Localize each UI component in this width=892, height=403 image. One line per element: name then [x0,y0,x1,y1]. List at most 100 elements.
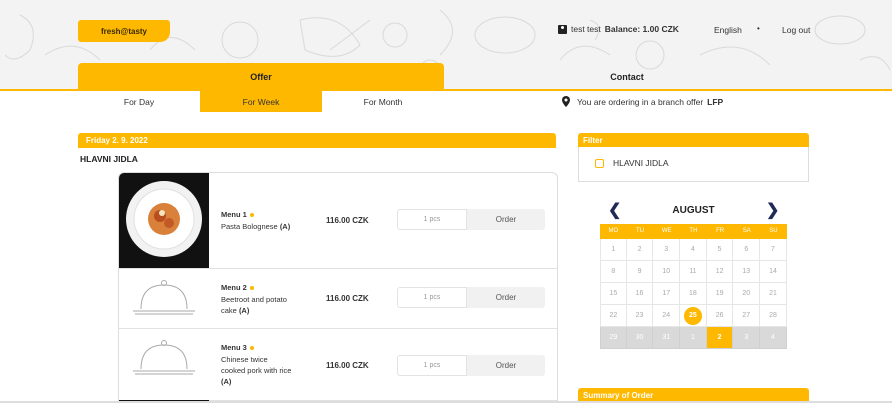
logo-text: fresh@tasty [100,26,148,36]
calendar-day[interactable]: 13 [733,261,761,283]
calendar-day[interactable]: 3 [733,327,761,349]
quantity-input[interactable]: 1 pcs [397,355,467,376]
calendar-day[interactable]: 5 [706,239,734,261]
calendar-day[interactable]: 8 [600,261,627,283]
cloche-icon [133,340,195,375]
weekday-label: SA [742,228,751,234]
menu-list: Menu 1 Pasta Bolognese (A) 116.00 CZK 1 … [118,172,558,403]
calendar-day[interactable]: 24 [653,305,681,327]
menu-desc-text: Pasta Bolognese [221,222,278,231]
filter-checkbox[interactable] [595,159,604,168]
calendar: ❮ AUGUST ❯ MO TU WE TH FR SA SU 12345678… [600,198,787,349]
order-button[interactable]: Order [467,209,545,230]
weekday-label: FR [716,228,725,234]
calendar-day[interactable]: 12 [706,261,734,283]
calendar-day-today: 25 [683,307,702,325]
calendar-day[interactable]: 21 [760,283,787,305]
pasta-photo-icon [126,181,202,257]
veg-dot-icon [249,346,254,351]
calendar-day[interactable]: 15 [600,283,627,305]
weekday-label: MO [608,228,619,234]
calendar-day[interactable]: 22 [600,305,627,327]
filter-title: Filter [583,135,603,145]
calendar-day[interactable]: 27 [733,305,761,327]
calendar-week: 8 9 10 11 12 13 14 [600,261,787,283]
calendar-day[interactable]: 25 [680,305,707,327]
user-name: test test [571,24,601,34]
menu-item-3: Menu 3 Chinese twice cooked pork with ri… [119,329,557,401]
user-info: test test Balance: 1.00 CZK [558,24,679,34]
tab-for-day[interactable]: For Day [78,91,200,112]
menu-item-1: Menu 1 Pasta Bolognese (A) 116.00 CZK 1 … [119,173,557,269]
order-button[interactable]: Order [467,287,545,308]
tab-offer[interactable]: Offer [78,63,444,90]
calendar-day[interactable]: 4 [760,327,787,349]
quantity-input[interactable]: 1 pcs [397,287,467,308]
calendar-day[interactable]: 31 [653,327,681,349]
menu-name-text: Menu 3 [221,343,247,352]
calendar-day[interactable]: 2 [626,239,654,261]
calendar-day[interactable]: 6 [733,239,761,261]
day-header: Friday 2. 9. 2022 [78,133,556,148]
allergen: (A) [221,377,232,386]
period-tabs: For Day For Week For Month [78,91,444,112]
veg-dot-icon [249,286,254,291]
menu-name-text: Menu 2 [221,283,247,292]
menu-item-2: Menu 2 Beetroot and potato cake (A) 116.… [119,269,557,329]
calendar-day[interactable]: 20 [733,283,761,305]
calendar-day[interactable]: 30 [626,327,654,349]
calendar-week: 15 16 17 18 19 20 21 [600,283,787,305]
calendar-day[interactable]: 10 [653,261,681,283]
calendar-day[interactable]: 1 [600,239,627,261]
calendar-day[interactable]: 11 [680,261,707,283]
calendar-header: ❮ AUGUST ❯ [600,198,787,224]
calendar-day[interactable]: 28 [760,305,787,327]
calendar-day[interactable]: 9 [626,261,654,283]
summary-title: Summary of Order [583,391,654,400]
brand-logo[interactable]: fresh@tasty [78,20,170,42]
tab-contact-label: Contact [610,71,644,82]
filter-option-label[interactable]: HLAVNI JIDLA [613,158,669,168]
weekday-label: TH [689,228,698,234]
calendar-day[interactable]: 17 [653,283,681,305]
branch-info: You are ordering in a branch offer LFP [562,96,723,107]
calendar-day[interactable]: 18 [680,283,707,305]
calendar-week: 22 23 24 25 26 27 28 [600,305,787,327]
menu-desc-text: Chinese twice cooked pork with rice [221,355,292,375]
price: 116.00 CZK [326,294,369,303]
calendar-day[interactable]: 4 [680,239,707,261]
category-title: HLAVNI JIDLA [80,154,138,164]
calendar-day[interactable]: 14 [760,261,787,283]
calendar-day[interactable]: 16 [626,283,654,305]
header: fresh@tasty test test Balance: 1.00 CZK … [0,0,892,90]
calendar-day[interactable]: 3 [653,239,681,261]
logout-link[interactable]: Log out [782,25,810,35]
menu-desc: Pasta Bolognese (A) [221,221,311,232]
language-select[interactable]: English [714,25,742,35]
language-separator: • [757,24,760,33]
calendar-week: 1234567 [600,239,787,261]
calendar-week-next: 29 30 31 1 2 3 4 [600,327,787,349]
calendar-day[interactable]: 7 [760,239,787,261]
tab-for-month[interactable]: For Month [322,91,444,112]
calendar-day[interactable]: 19 [706,283,734,305]
veg-dot-icon [249,213,254,218]
calendar-day[interactable]: 26 [706,305,734,327]
weekday-label: WE [661,228,672,234]
calendar-day[interactable]: 29 [600,327,627,349]
tab-contact[interactable]: Contact [444,63,810,90]
menu-name: Menu 2 [221,283,254,292]
weekday-label: TU [636,228,645,234]
order-button[interactable]: Order [467,355,545,376]
calendar-day[interactable]: 1 [680,327,707,349]
calendar-day-selected[interactable]: 2 [706,327,734,349]
menu-desc: Chinese twice cooked pork with rice (A) [221,354,293,387]
quantity-input[interactable]: 1 pcs [397,209,467,230]
balance: Balance: 1.00 CZK [604,24,679,34]
filter-box: HLAVNI JIDLA [578,147,809,182]
tab-for-week[interactable]: For Week [200,91,322,112]
weekday-row: MO TU WE TH FR SA SU [600,224,787,239]
menu-desc: Beetroot and potato cake (A) [221,294,296,316]
chevron-right-icon[interactable]: ❯ [766,200,779,220]
calendar-day[interactable]: 23 [626,305,654,327]
